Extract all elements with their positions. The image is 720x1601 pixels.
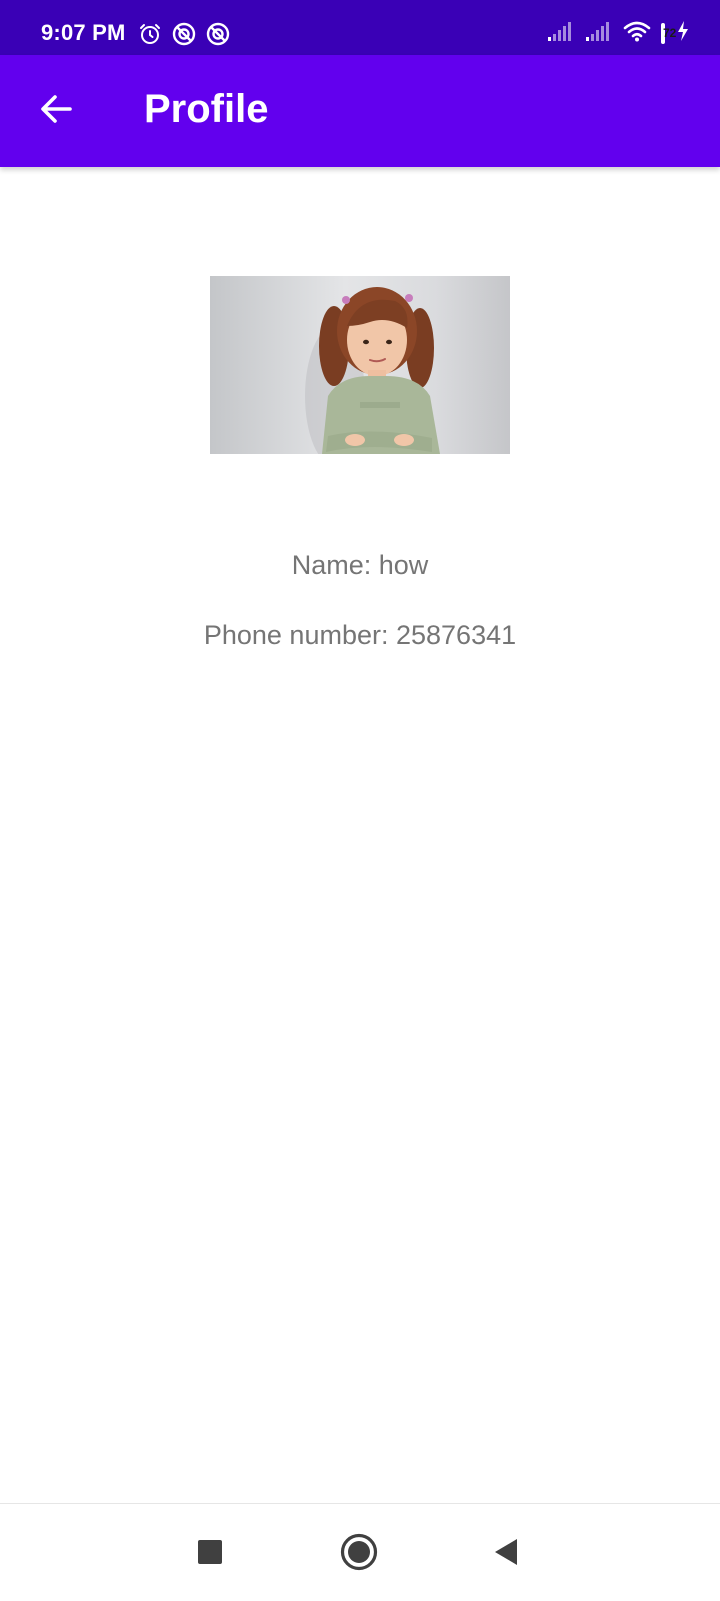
recents-icon: [197, 1539, 223, 1570]
wifi-icon: [623, 20, 651, 47]
signal-icon: [547, 20, 575, 47]
home-button[interactable]: [337, 1532, 381, 1576]
arrow-back-icon: [38, 91, 74, 132]
nav-back-button[interactable]: [484, 1532, 528, 1576]
profile-photo: [210, 276, 510, 454]
status-time: 9:07 PM: [41, 20, 126, 45]
alarm-icon: [138, 22, 162, 46]
status-system-icons: 72: [547, 20, 690, 47]
battery-icon: 72: [661, 22, 676, 44]
status-notification-icons: [138, 22, 230, 46]
data-saver-icon: [206, 22, 230, 46]
signal-icon: [585, 20, 613, 47]
battery-body: 72: [661, 22, 676, 44]
profile-name: Name: how: [291, 550, 429, 580]
profile-phone: Phone number: 25876341: [203, 620, 517, 650]
app-bar: Profile: [0, 55, 720, 167]
page-title: Profile: [144, 87, 269, 131]
back-icon: [493, 1538, 519, 1571]
recents-button[interactable]: [188, 1532, 232, 1576]
charging-icon: [676, 20, 690, 47]
navigation-bar: [0, 1503, 720, 1601]
home-icon: [340, 1533, 378, 1576]
status-bar: 9:07 PM: [0, 0, 720, 55]
back-button[interactable]: [26, 81, 86, 141]
data-saver-icon: [172, 22, 196, 46]
